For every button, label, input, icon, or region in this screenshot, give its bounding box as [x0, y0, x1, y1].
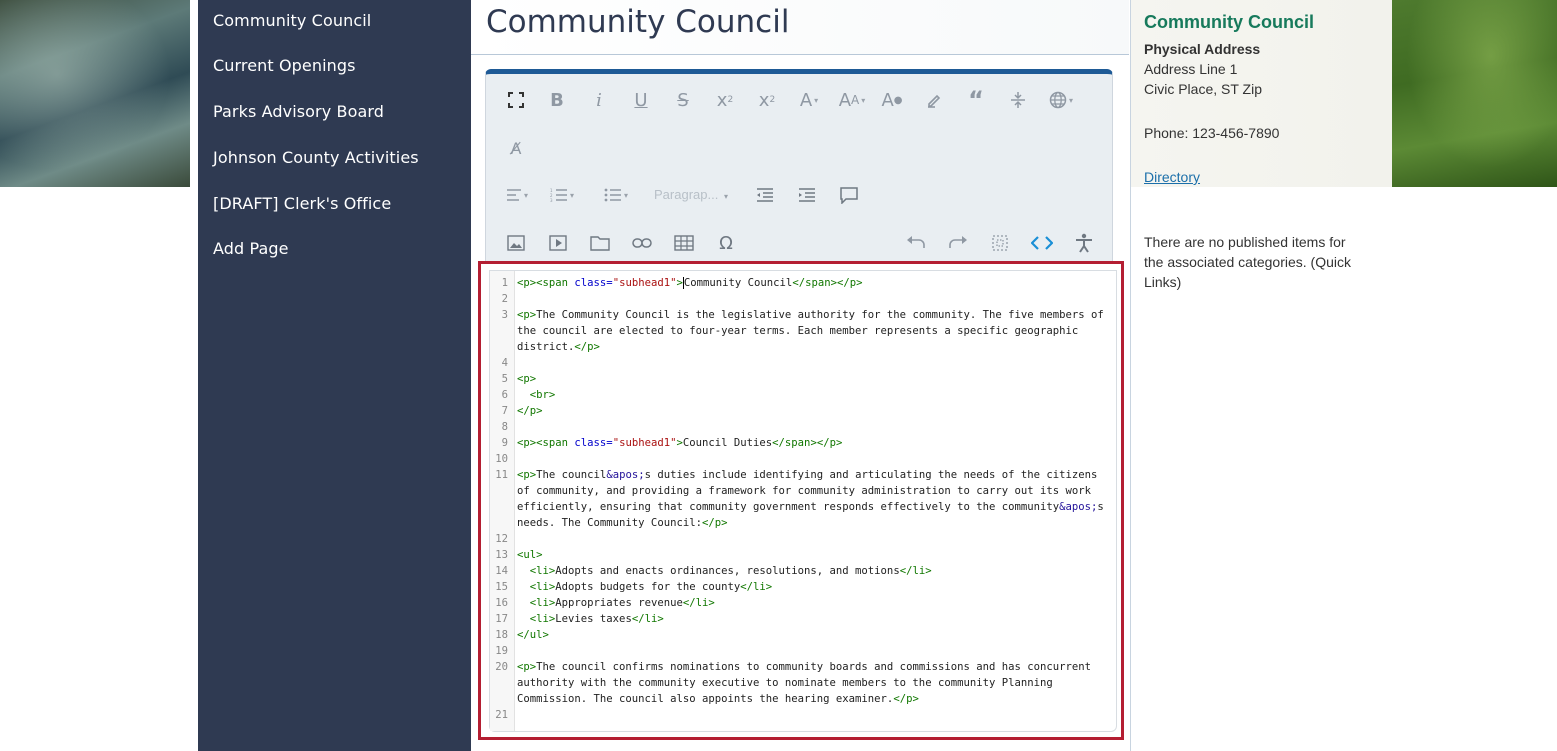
- accessibility-icon[interactable]: [1070, 229, 1098, 257]
- code-text: </ul>: [517, 629, 549, 641]
- ordered-list-icon[interactable]: 1 2 3 ▾: [544, 181, 580, 209]
- special-character-icon[interactable]: Ω: [712, 229, 740, 257]
- line-number: 15: [495, 581, 508, 593]
- left-sidebar: Community Council Current Openings Parks…: [198, 0, 471, 751]
- title-bar: Community Council: [471, 0, 1129, 55]
- superscript-icon[interactable]: x2: [753, 86, 781, 114]
- phone-number: Phone: 123-456-7890: [1144, 125, 1280, 141]
- no-items-message-line-3: Links): [1144, 274, 1182, 290]
- line-number: 12: [495, 533, 508, 545]
- line-number: 9: [501, 437, 508, 449]
- code-text: <p>The council&apos;s duties include ide…: [517, 469, 1104, 529]
- no-items-message-line-1: There are no published items for: [1144, 234, 1346, 250]
- line-number: 3: [501, 309, 508, 321]
- line-number: 20: [495, 661, 508, 673]
- align-icon[interactable]: ▾: [500, 181, 534, 209]
- code-text: <p><span class="subhead1">Council Duties…: [517, 437, 843, 449]
- select-all-icon[interactable]: [986, 229, 1014, 257]
- nav-item-johnson-county-activities[interactable]: Johnson County Activities: [213, 148, 419, 167]
- nav-item-add-page[interactable]: Add Page: [213, 239, 289, 258]
- highlighter-icon[interactable]: [920, 86, 948, 114]
- italic-icon[interactable]: i: [585, 86, 613, 114]
- line-number: 4: [501, 357, 508, 369]
- background-photo-right: [1392, 0, 1557, 187]
- line-number: 14: [495, 565, 508, 577]
- address-line-2: Civic Place, ST Zip: [1144, 81, 1262, 97]
- no-items-message-line-2: the associated categories. (Quick: [1144, 254, 1351, 270]
- underline-icon[interactable]: U: [627, 86, 655, 114]
- subscript-icon[interactable]: x2: [711, 86, 739, 114]
- comment-icon[interactable]: [835, 181, 863, 209]
- background-color-icon[interactable]: A ●: [878, 86, 906, 114]
- insert-video-icon[interactable]: [544, 229, 572, 257]
- globe-icon[interactable]: ▾: [1043, 86, 1079, 114]
- line-number: 19: [495, 645, 508, 657]
- nav-item-parks-advisory-board[interactable]: Parks Advisory Board: [213, 102, 384, 121]
- code-text: <ul>: [517, 549, 543, 561]
- line-number: 5: [501, 373, 508, 385]
- fullscreen-icon[interactable]: [502, 86, 530, 114]
- code-text: <li>Appropriates revenue</li>: [529, 597, 715, 609]
- code-text: <li>Adopts budgets for the county</li>: [529, 581, 773, 593]
- nav-item-current-openings[interactable]: Current Openings: [213, 56, 356, 75]
- line-number: 13: [495, 549, 508, 561]
- svg-text:3: 3: [550, 198, 553, 202]
- line-number: 18: [495, 629, 508, 641]
- contact-title: Community Council: [1144, 12, 1314, 32]
- clear-formatting-icon[interactable]: A̸: [502, 134, 530, 162]
- strikethrough-icon[interactable]: S: [669, 86, 697, 114]
- background-photo-left: [0, 0, 190, 187]
- line-number: 8: [501, 421, 508, 433]
- redo-icon[interactable]: [944, 229, 972, 257]
- bold-icon[interactable]: B: [543, 86, 571, 114]
- page-title: Community Council: [486, 4, 790, 40]
- line-number: 11: [495, 469, 508, 481]
- line-number: 21: [495, 709, 508, 721]
- address-heading: Physical Address: [1144, 41, 1261, 57]
- indent-icon[interactable]: [793, 181, 821, 209]
- nav-item-clerks-office[interactable]: [DRAFT] Clerk's Office: [213, 194, 391, 213]
- unordered-list-icon[interactable]: ▾: [598, 181, 634, 209]
- code-text: <p><span class="subhead1">Community Coun…: [517, 277, 863, 289]
- font-size-icon[interactable]: A A ▾: [834, 86, 870, 114]
- line-number: 2: [501, 293, 508, 305]
- code-text: <br>: [529, 389, 556, 401]
- line-number: 7: [501, 405, 508, 417]
- paragraph-style-label: Paragrap...: [654, 187, 719, 202]
- address-line-1: Address Line 1: [1144, 61, 1238, 77]
- insert-file-icon[interactable]: [586, 229, 614, 257]
- directory-link[interactable]: Directory: [1144, 169, 1200, 185]
- code-text: <li>Adopts and enacts ordinances, resolu…: [529, 565, 932, 577]
- code-view-highlight: 1 <p><span class="subhead1">Community Cou…: [478, 261, 1124, 740]
- line-number: 16: [495, 597, 508, 609]
- insert-image-icon[interactable]: [502, 229, 530, 257]
- code-text: <p>: [517, 373, 537, 385]
- code-text: <p>The Community Council is the legislat…: [517, 309, 1104, 353]
- code-text: </p>: [517, 405, 543, 417]
- undo-icon[interactable]: [902, 229, 930, 257]
- line-number: 10: [495, 453, 508, 465]
- paragraph-style-dropdown[interactable]: Paragrap... ▾: [654, 187, 728, 202]
- blockquote-icon[interactable]: “: [962, 86, 990, 114]
- line-number: 1: [501, 277, 508, 289]
- font-color-icon[interactable]: A ▾: [792, 86, 826, 114]
- line-number: 6: [501, 389, 508, 401]
- html-code-editor[interactable]: 1 <p><span class="subhead1">Community Cou…: [489, 270, 1117, 732]
- outdent-icon[interactable]: [751, 181, 779, 209]
- horizontal-rule-icon[interactable]: [1004, 86, 1032, 114]
- insert-table-icon[interactable]: [670, 229, 698, 257]
- line-number: 17: [495, 613, 508, 625]
- code-view-icon[interactable]: [1028, 229, 1056, 257]
- nav-item-community-council[interactable]: Community Council: [213, 11, 371, 30]
- code-text: <li>Levies taxes</li>: [529, 613, 664, 625]
- insert-link-icon[interactable]: [628, 229, 656, 257]
- code-text: <p>The council confirms nominations to c…: [517, 661, 1092, 705]
